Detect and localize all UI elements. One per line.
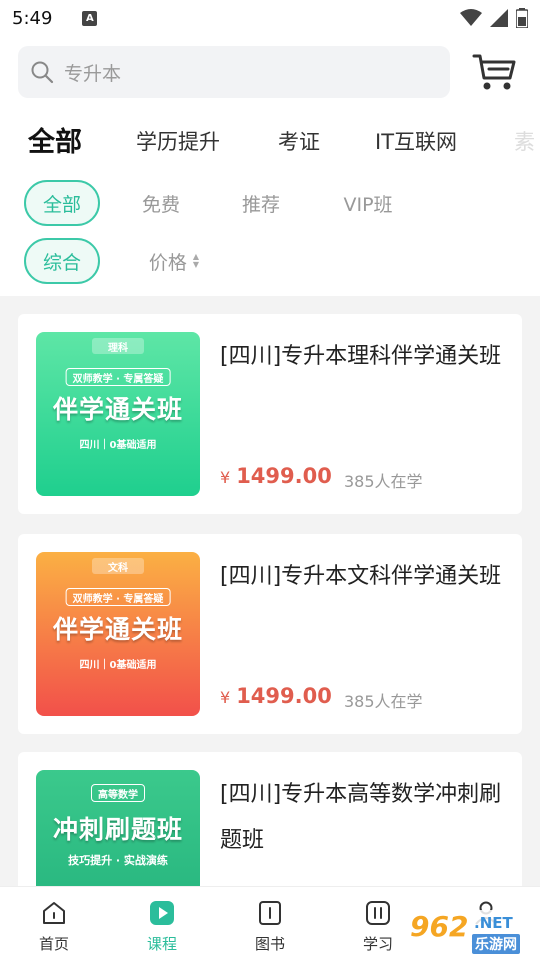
course-title: [四川]专升本理科伴学通关班 xyxy=(220,344,502,369)
sort-comprehensive[interactable]: 综合 xyxy=(24,238,100,284)
course-title: [四川]专升本高等数学冲刺刷题班 xyxy=(220,782,502,853)
thumb-badge: 双师教学 · 专属答疑 xyxy=(65,368,171,386)
thumb-subtitle: 四川｜0基础适用 xyxy=(79,660,157,671)
thumb-subtitle: 技巧提升 · 实战演练 xyxy=(68,854,168,867)
currency-symbol: ¥ xyxy=(220,688,231,707)
tab-quality[interactable]: 素 xyxy=(514,126,535,156)
category-tabs: 全部 学历提升 考证 IT互联网 素 xyxy=(0,118,540,168)
sort-price-label: 价格 xyxy=(148,251,187,274)
student-count: 385人在学 xyxy=(344,472,423,491)
header-area: 专升本 全部 学历提升 考证 IT互联网 素 全部 免费 推荐 VIP班 综合 … xyxy=(0,36,540,296)
home-icon xyxy=(43,902,65,924)
notification-a-icon: A xyxy=(82,10,98,26)
thumb-badge: 双师教学 · 专属答疑 xyxy=(65,588,171,606)
thumb-headline: 伴学通关班 xyxy=(52,615,183,644)
battery-icon xyxy=(516,8,528,28)
signal-icon xyxy=(490,9,508,27)
watermark-net: .NET xyxy=(474,914,513,932)
filter-all[interactable]: 全部 xyxy=(24,180,100,226)
thumb-badge: 高等数学 xyxy=(91,784,145,802)
watermark-number: 962 xyxy=(410,910,469,943)
nav-home-label: 首页 xyxy=(38,935,69,953)
nav-book[interactable]: 图书 xyxy=(240,899,300,954)
thumb-headline: 冲刺刷题班 xyxy=(52,815,183,844)
currency-symbol: ¥ xyxy=(220,468,231,487)
nav-course-label: 课程 xyxy=(146,935,177,953)
study-icon xyxy=(366,901,390,925)
course-list: 理科 双师教学 · 专属答疑 伴学通关班 四川｜0基础适用 [四川]专升本理科伴… xyxy=(0,296,540,886)
thumb-headline: 伴学通关班 xyxy=(52,395,183,424)
course-thumbnail: 文科 双师教学 · 专属答疑 伴学通关班 四川｜0基础适用 xyxy=(36,552,200,716)
sort-price[interactable]: 价格 ▲ ▼ xyxy=(134,238,214,284)
price-value: 1499.00 xyxy=(236,464,332,488)
course-thumbnail: 理科 双师教学 · 专属答疑 伴学通关班 四川｜0基础适用 xyxy=(36,332,200,496)
book-icon xyxy=(259,901,281,925)
course-card[interactable]: 高等数学 冲刺刷题班 技巧提升 · 实战演练 [四川]专升本高等数学冲刺刷题班 xyxy=(18,752,522,886)
price-value: 1499.00 xyxy=(236,684,332,708)
tab-certificate[interactable]: 考证 xyxy=(278,126,320,156)
status-bar: 5:49 A xyxy=(0,0,540,36)
thumb-subtitle: 四川｜0基础适用 xyxy=(79,440,157,451)
thumb-tag: 理科 xyxy=(92,338,144,354)
filter-recommend[interactable]: 推荐 xyxy=(228,180,294,226)
student-count: 385人在学 xyxy=(344,692,423,711)
course-price: ¥1499.00 xyxy=(220,684,332,708)
search-bar[interactable]: 专升本 xyxy=(18,46,450,98)
cart-icon[interactable] xyxy=(470,50,518,94)
course-title: [四川]专升本文科伴学通关班 xyxy=(220,564,502,589)
site-watermark: 962 .NET 乐游网 xyxy=(402,910,536,956)
tab-all[interactable]: 全部 xyxy=(28,120,82,165)
nav-study-label: 学习 xyxy=(362,935,393,953)
tab-education[interactable]: 学历提升 xyxy=(136,126,220,156)
nav-book-label: 图书 xyxy=(254,935,285,953)
course-card[interactable]: 理科 双师教学 · 专属答疑 伴学通关班 四川｜0基础适用 [四川]专升本理科伴… xyxy=(18,314,522,514)
nav-course[interactable]: 课程 xyxy=(132,899,192,954)
thumb-tag: 文科 xyxy=(92,558,144,574)
filter-free[interactable]: 免费 xyxy=(128,180,194,226)
search-icon xyxy=(31,61,54,84)
course-card[interactable]: 文科 双师教学 · 专属答疑 伴学通关班 四川｜0基础适用 [四川]专升本文科伴… xyxy=(18,534,522,734)
play-icon xyxy=(150,901,174,925)
watermark-cn: 乐游网 xyxy=(472,934,520,954)
status-time: 5:49 xyxy=(12,7,53,29)
course-price: ¥1499.00 xyxy=(220,464,332,488)
course-thumbnail: 高等数学 冲刺刷题班 技巧提升 · 实战演练 xyxy=(36,770,200,886)
nav-study[interactable]: 学习 xyxy=(348,899,408,954)
filter-vip[interactable]: VIP班 xyxy=(332,180,404,226)
tab-it-internet[interactable]: IT互联网 xyxy=(375,126,457,156)
nav-home[interactable]: 首页 xyxy=(24,899,84,954)
search-placeholder[interactable]: 专升本 xyxy=(64,59,121,86)
sort-arrows-icon: ▲ ▼ xyxy=(192,252,200,269)
wifi-icon xyxy=(460,9,482,26)
